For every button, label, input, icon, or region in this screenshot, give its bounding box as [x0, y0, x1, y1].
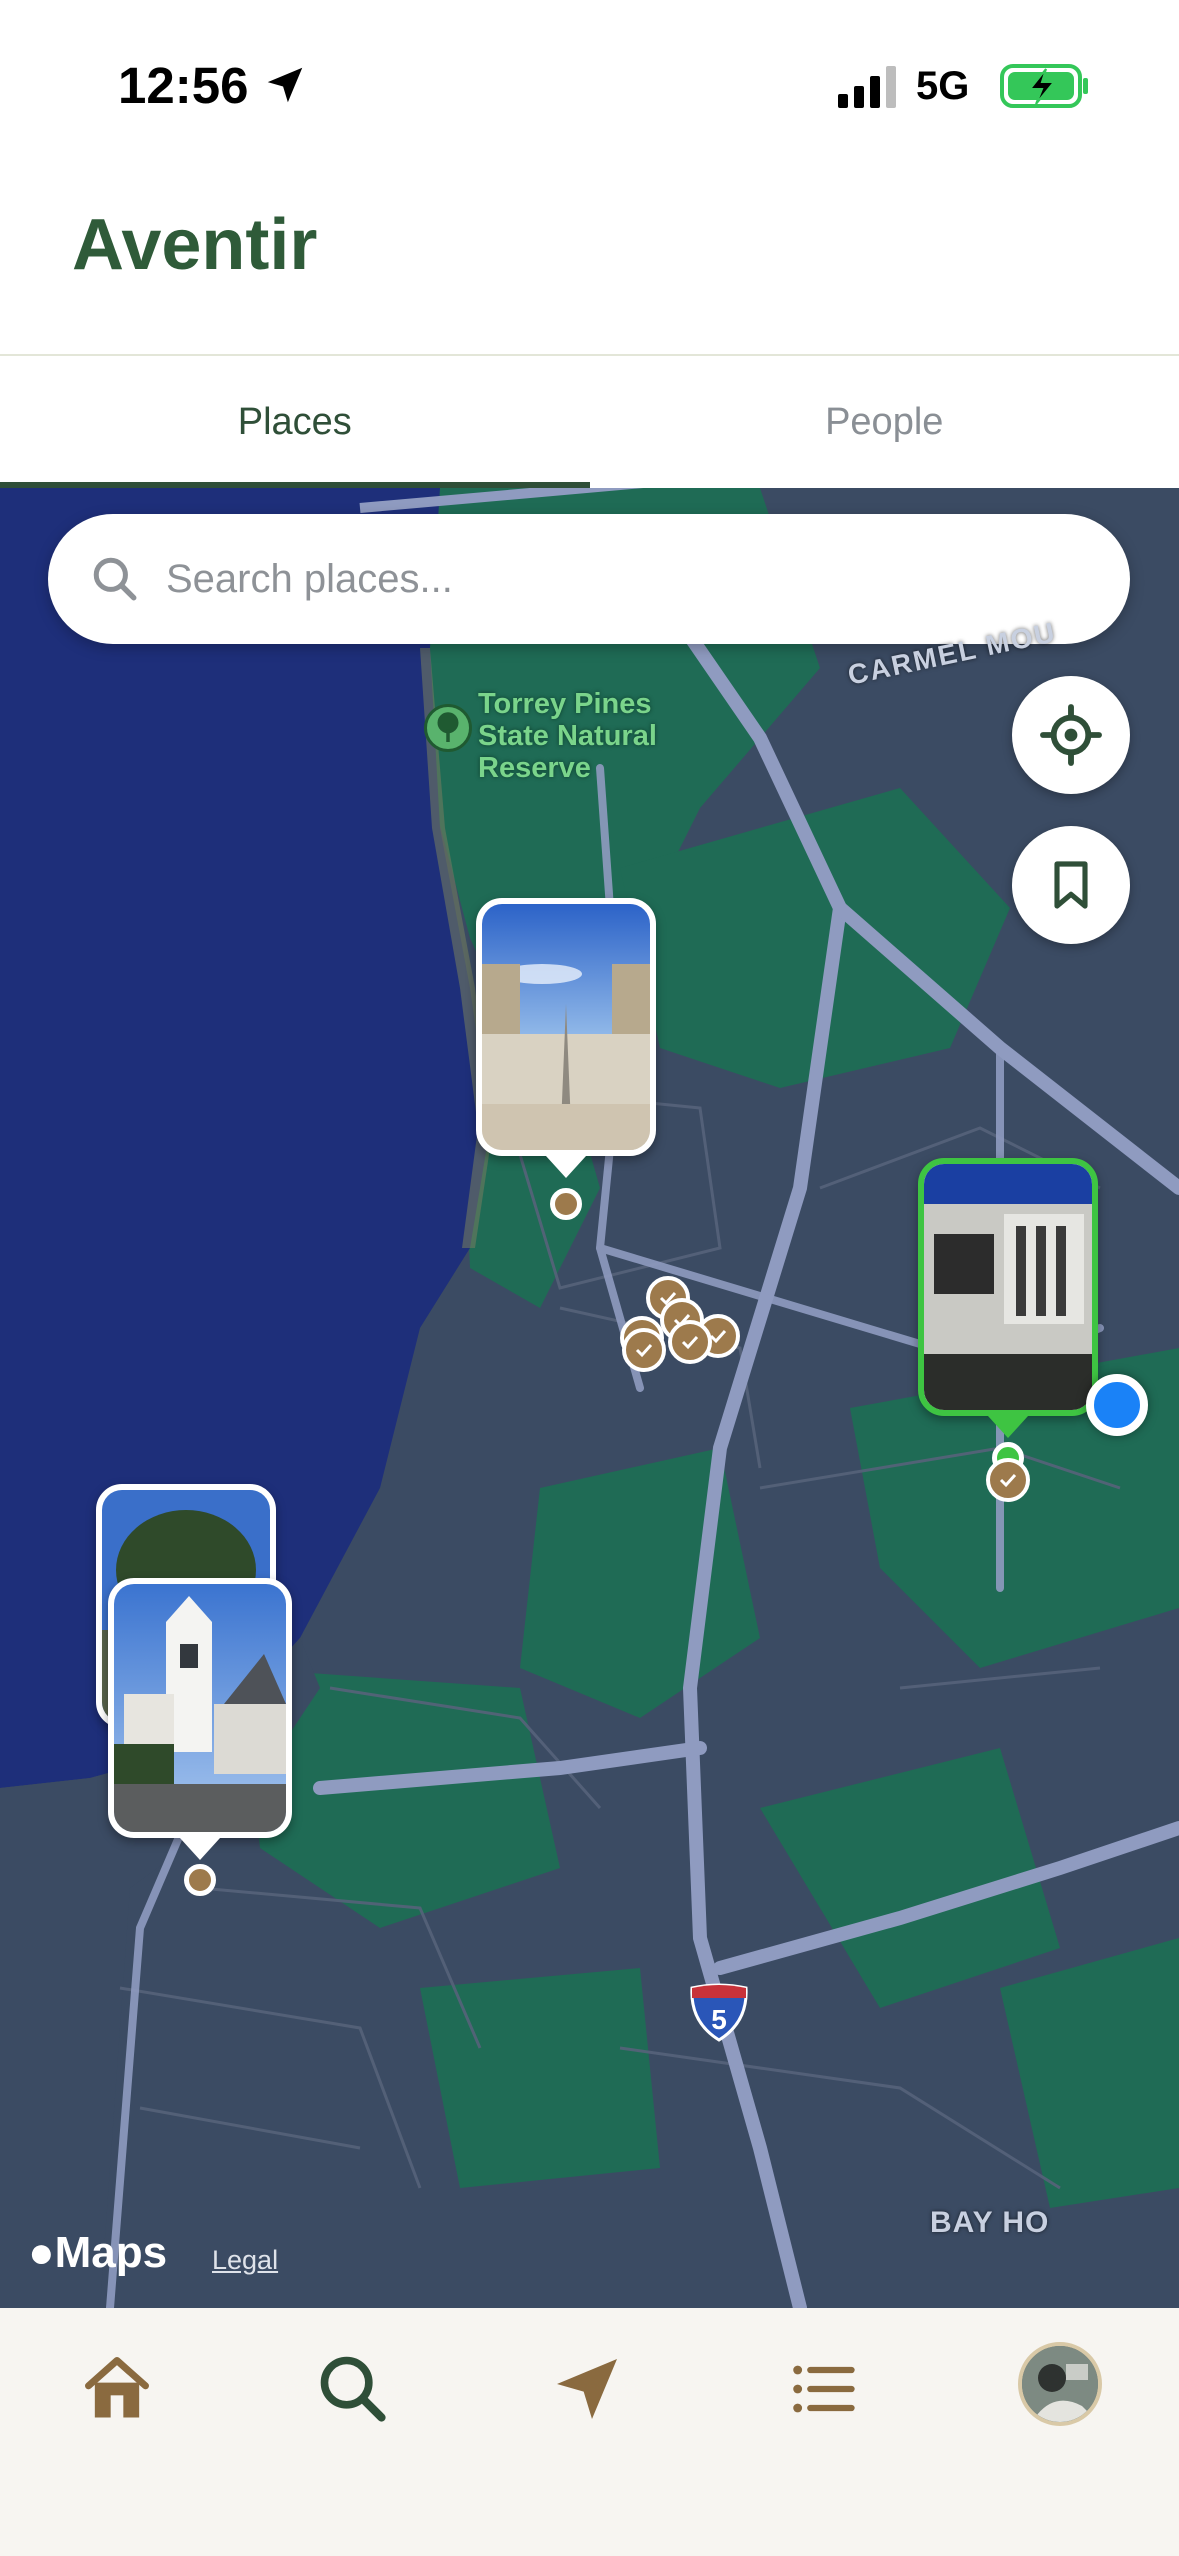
- poi-label-torrey-pines[interactable]: Torrey Pines State Natural Reserve: [478, 688, 657, 784]
- pin-dot[interactable]: [550, 1188, 582, 1220]
- check-icon: [681, 1335, 699, 1350]
- apple-logo-icon: ●: [28, 2228, 55, 2277]
- place-photo: [114, 1584, 286, 1832]
- nav-home-button[interactable]: [72, 2344, 162, 2434]
- battery-charging-icon: [1000, 64, 1088, 108]
- check-icon: [999, 1473, 1017, 1488]
- status-time: 12:56: [118, 57, 249, 114]
- poi-label-line: Reserve: [478, 752, 591, 784]
- check-icon: [635, 1343, 653, 1358]
- app-title: Aventir: [72, 205, 318, 285]
- selected-place-photo-pin[interactable]: [918, 1158, 1098, 1416]
- navigation-arrow-icon: [557, 2359, 617, 2419]
- nav-list-button[interactable]: [778, 2344, 868, 2434]
- area-label-bay-ho: BAY HO: [930, 2206, 1050, 2239]
- home-icon: [85, 2357, 149, 2418]
- maps-logo: ●Maps: [28, 2228, 167, 2278]
- place-photo-pin[interactable]: [108, 1578, 292, 1838]
- location-arrow-icon: [267, 67, 303, 103]
- place-photo-pin[interactable]: [476, 898, 656, 1156]
- tab-places[interactable]: Places: [0, 356, 590, 488]
- maps-logo-text: Maps: [54, 2228, 168, 2277]
- poi-label-line: State Natural: [478, 720, 657, 752]
- search-icon: [320, 2356, 386, 2422]
- place-photo: [482, 904, 650, 1150]
- tree-icon[interactable]: [424, 704, 472, 752]
- legal-link[interactable]: Legal: [212, 2245, 278, 2276]
- list-icon: [793, 2365, 855, 2413]
- profile-photo: [1022, 2346, 1098, 2422]
- user-location-dot: [1086, 1374, 1148, 1436]
- bookmark-icon: [1054, 861, 1088, 909]
- tab-people[interactable]: People: [590, 356, 1179, 488]
- visited-marker[interactable]: [622, 1328, 666, 1372]
- pin-pointer: [988, 1416, 1028, 1438]
- signal-icon: [838, 66, 896, 108]
- search-bar[interactable]: [48, 514, 1130, 644]
- locate-button[interactable]: [1012, 676, 1130, 794]
- place-photo: [924, 1164, 1092, 1410]
- poi-label-line: Torrey Pines: [478, 688, 652, 720]
- nav-search-button[interactable]: [308, 2344, 398, 2434]
- avatar[interactable]: [1018, 2342, 1102, 2426]
- tab-bar: Places People: [0, 356, 1179, 488]
- search-icon: [93, 557, 137, 601]
- app-header: Aventir: [0, 150, 1179, 356]
- tab-people-label: People: [825, 400, 944, 443]
- tab-places-label: Places: [237, 400, 352, 443]
- locate-icon: [1040, 704, 1102, 766]
- pin-dot[interactable]: [184, 1864, 216, 1896]
- search-input[interactable]: [166, 514, 1066, 644]
- bookmark-button[interactable]: [1012, 826, 1130, 944]
- nav-navigate-button[interactable]: [542, 2344, 632, 2434]
- map-view[interactable]: CARMEL MOU BAY HO Torrey Pines State Nat…: [0, 488, 1179, 2308]
- visited-marker[interactable]: [668, 1320, 712, 1364]
- network-type: 5G: [916, 64, 970, 108]
- pin-pointer: [180, 1838, 220, 1860]
- interstate-shield-icon: 5: [690, 1983, 748, 2042]
- bottom-tab-bar: [0, 2308, 1179, 2556]
- interstate-number: 5: [711, 2004, 727, 2035]
- pin-pointer: [546, 1156, 586, 1178]
- status-bar: 12:56 5G: [0, 0, 1179, 150]
- visited-marker[interactable]: [986, 1458, 1030, 1502]
